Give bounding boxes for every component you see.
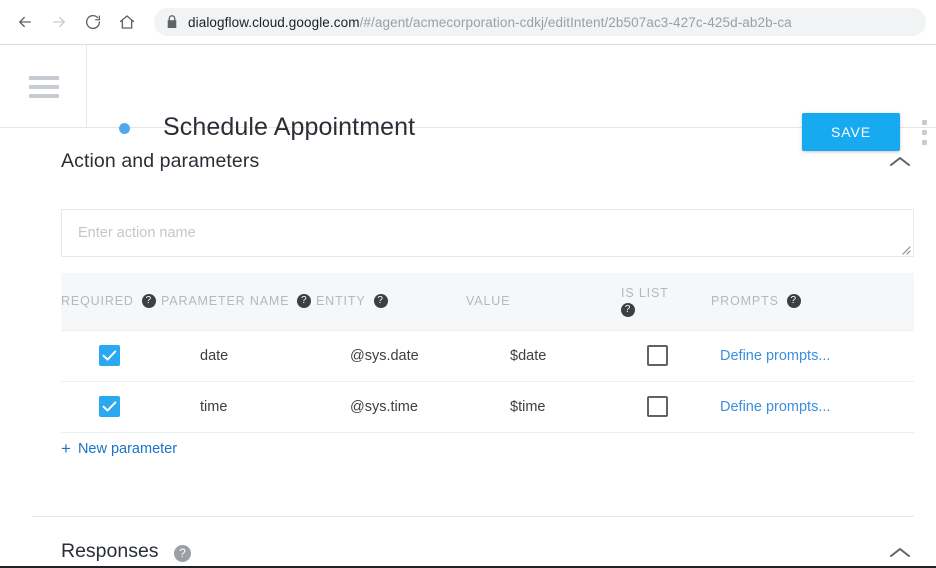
help-circle-icon[interactable]: ? bbox=[373, 294, 388, 309]
lock-icon bbox=[166, 15, 178, 29]
back-button[interactable] bbox=[10, 7, 40, 37]
required-checkbox[interactable] bbox=[99, 345, 120, 366]
column-header-required: REQUIRED ? bbox=[61, 273, 161, 331]
app-header: Schedule Appointment SAVE bbox=[0, 45, 936, 151]
cell-parameter-name[interactable]: date bbox=[161, 330, 316, 382]
cell-is-list bbox=[621, 330, 711, 382]
column-header-value: VALUE bbox=[466, 273, 621, 331]
help-circle-icon[interactable]: ? bbox=[297, 294, 312, 309]
entity-text: @sys.time bbox=[350, 398, 418, 415]
column-label: ENTITY bbox=[316, 294, 366, 309]
table-row: date @sys.date $date Define prompts... bbox=[61, 330, 914, 382]
cell-prompts: Define prompts... bbox=[711, 381, 914, 433]
parameters-table: REQUIRED ? PARAMETER NAME ? ENTITY ? VAL… bbox=[61, 273, 914, 433]
section-title: Action and parameters bbox=[61, 150, 260, 172]
chevron-up-icon[interactable] bbox=[888, 155, 912, 169]
header-divider bbox=[86, 45, 87, 128]
chevron-up-icon[interactable] bbox=[888, 546, 912, 560]
column-header-entity: ENTITY ? bbox=[316, 273, 466, 331]
reload-button[interactable] bbox=[78, 7, 108, 37]
new-parameter-button[interactable]: + New parameter bbox=[61, 439, 178, 458]
hamburger-menu-icon[interactable] bbox=[29, 76, 59, 98]
parameter-name-text: date bbox=[200, 347, 229, 364]
section-divider bbox=[32, 516, 914, 517]
cell-prompts: Define prompts... bbox=[711, 330, 914, 382]
cell-entity[interactable]: @sys.time bbox=[316, 381, 466, 433]
url-host: dialogflow.cloud.google.com bbox=[188, 14, 360, 30]
table-header: REQUIRED ? PARAMETER NAME ? ENTITY ? VAL… bbox=[61, 273, 914, 331]
column-label: REQUIRED bbox=[61, 294, 134, 309]
table-row: time @sys.time $time Define prompts... bbox=[61, 381, 914, 433]
cell-value[interactable]: $time bbox=[466, 381, 621, 433]
table-header-row: REQUIRED ? PARAMETER NAME ? ENTITY ? VAL… bbox=[61, 273, 914, 331]
new-parameter-label: New parameter bbox=[77, 441, 178, 457]
column-header-parameter-name: PARAMETER NAME ? bbox=[161, 273, 316, 331]
column-label: IS LIST bbox=[621, 285, 669, 300]
section-header: Action and parameters bbox=[0, 129, 936, 195]
action-name-field[interactable] bbox=[61, 209, 914, 257]
cell-parameter-name[interactable]: time bbox=[161, 381, 316, 433]
help-circle-icon[interactable]: ? bbox=[786, 294, 801, 309]
url-path: /#/agent/acmecorporation-cdkj/editIntent… bbox=[359, 14, 792, 30]
action-and-parameters-section: Action and parameters bbox=[0, 129, 936, 195]
value-text: $time bbox=[510, 398, 546, 415]
plus-icon: + bbox=[61, 439, 71, 458]
arrow-right-icon bbox=[50, 13, 68, 31]
home-button[interactable] bbox=[112, 7, 142, 37]
entity-text: @sys.date bbox=[350, 347, 419, 364]
help-circle-icon[interactable]: ? bbox=[141, 294, 156, 309]
required-checkbox[interactable] bbox=[99, 396, 120, 417]
cell-is-list bbox=[621, 381, 711, 433]
column-header-prompts: PROMPTS ? bbox=[711, 273, 914, 331]
cell-value[interactable]: $date bbox=[466, 330, 621, 382]
browser-toolbar: dialogflow.cloud.google.com/#/agent/acme… bbox=[0, 0, 936, 44]
reload-icon bbox=[84, 13, 102, 31]
action-name-input[interactable] bbox=[62, 210, 913, 256]
column-header-is-list: IS LIST ? bbox=[621, 273, 711, 331]
help-circle-icon[interactable]: ? bbox=[621, 302, 635, 317]
cell-required bbox=[61, 381, 161, 433]
forward-button[interactable] bbox=[44, 7, 74, 37]
responses-title: Responses bbox=[61, 540, 159, 562]
help-circle-icon[interactable]: ? bbox=[174, 544, 191, 562]
column-label: PROMPTS bbox=[711, 294, 779, 309]
arrow-left-icon bbox=[16, 13, 34, 31]
is-list-checkbox[interactable] bbox=[647, 345, 668, 366]
table-body: date @sys.date $date Define prompts... t… bbox=[61, 330, 914, 433]
parameter-name-text: time bbox=[200, 398, 228, 415]
cell-required bbox=[61, 330, 161, 382]
column-label: PARAMETER NAME bbox=[161, 294, 290, 309]
define-prompts-link[interactable]: Define prompts... bbox=[720, 399, 830, 415]
home-icon bbox=[118, 13, 136, 31]
address-bar[interactable]: dialogflow.cloud.google.com/#/agent/acme… bbox=[154, 8, 926, 36]
cell-entity[interactable]: @sys.date bbox=[316, 330, 466, 382]
responses-section-header: Responses ? bbox=[0, 530, 936, 568]
column-label: VALUE bbox=[466, 294, 511, 309]
define-prompts-link[interactable]: Define prompts... bbox=[720, 348, 830, 364]
is-list-checkbox[interactable] bbox=[647, 396, 668, 417]
address-bar-url: dialogflow.cloud.google.com/#/agent/acme… bbox=[188, 15, 792, 30]
value-text: $date bbox=[510, 347, 547, 364]
